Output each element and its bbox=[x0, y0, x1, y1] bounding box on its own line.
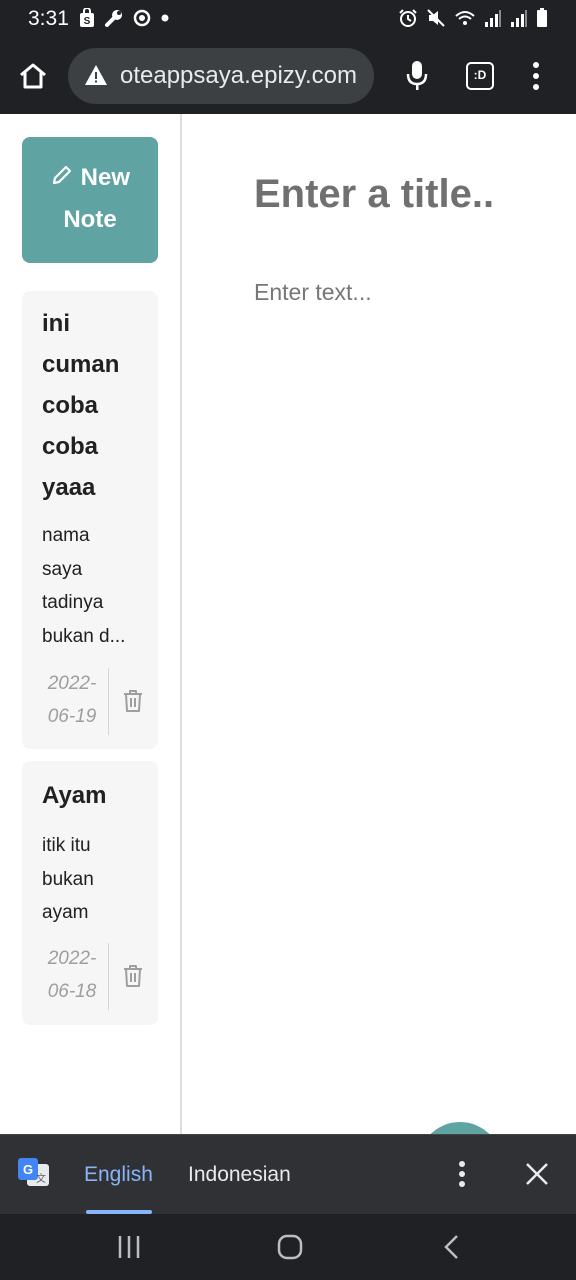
dot-icon bbox=[161, 14, 169, 22]
wrench-icon bbox=[105, 10, 122, 27]
notes-sidebar: New Note ini cuman coba coba yaaa nama s… bbox=[0, 114, 182, 1134]
note-divider bbox=[108, 668, 109, 735]
source-language-tab[interactable]: English bbox=[84, 1163, 153, 1187]
new-note-label: New Note bbox=[63, 164, 131, 233]
shopping-bag-icon: S bbox=[80, 8, 94, 27]
translate-bar: G文 English Indonesian bbox=[0, 1134, 576, 1215]
mute-icon bbox=[427, 9, 445, 27]
note-title: ini cuman coba coba yaaa bbox=[42, 310, 120, 501]
pencil-icon bbox=[52, 165, 72, 185]
signal-icon bbox=[511, 10, 527, 27]
url-text[interactable]: oteappsaya.epizy.com bbox=[120, 62, 357, 90]
browser-toolbar: oteappsaya.epizy.com :D bbox=[0, 38, 576, 114]
battery-icon bbox=[537, 8, 547, 27]
note-divider bbox=[108, 943, 109, 1010]
recent-apps-icon[interactable] bbox=[116, 1234, 142, 1260]
tab-switcher-button[interactable]: :D bbox=[466, 62, 494, 90]
tab-switcher-label: :D bbox=[473, 68, 487, 82]
page-content: New Note ini cuman coba coba yaaa nama s… bbox=[0, 114, 576, 1206]
note-preview: nama saya tadinya bukan d... bbox=[42, 525, 126, 647]
title-input[interactable]: Enter a title.. bbox=[254, 172, 494, 217]
more-menu-icon[interactable] bbox=[528, 60, 544, 92]
system-nav-bar bbox=[0, 1214, 576, 1280]
new-note-button[interactable]: New Note bbox=[22, 137, 158, 263]
note-card[interactable]: ini cuman coba coba yaaa nama saya tadin… bbox=[22, 291, 158, 749]
home-button-icon[interactable] bbox=[277, 1234, 303, 1260]
new-note-content: New Note bbox=[22, 157, 158, 241]
svg-text:文: 文 bbox=[36, 1172, 46, 1185]
back-icon[interactable] bbox=[442, 1234, 462, 1260]
alarm-icon bbox=[399, 9, 417, 27]
note-date: 2022- 06-19 bbox=[47, 673, 97, 727]
svg-text:S: S bbox=[84, 16, 91, 27]
target-language-tab[interactable]: Indonesian bbox=[188, 1163, 291, 1187]
wifi-icon bbox=[455, 11, 475, 25]
status-left-icons: S bbox=[78, 8, 170, 28]
address-bar[interactable]: oteappsaya.epizy.com bbox=[68, 48, 374, 104]
google-translate-icon: G文 bbox=[18, 1158, 49, 1186]
note-card[interactable]: Ayam itik itu bukan ayam 2022- 06-18 bbox=[22, 761, 158, 1025]
microphone-icon[interactable] bbox=[405, 60, 429, 92]
note-date: 2022- 06-18 bbox=[47, 948, 97, 1002]
trash-icon[interactable] bbox=[122, 964, 144, 988]
status-bar: 3:31 S bbox=[0, 0, 576, 38]
close-icon[interactable] bbox=[524, 1161, 550, 1187]
sync-icon bbox=[133, 9, 151, 27]
status-right-icons bbox=[398, 8, 548, 28]
text-input[interactable]: Enter text... bbox=[254, 279, 372, 306]
trash-icon[interactable] bbox=[122, 689, 144, 713]
signal-icon bbox=[485, 10, 501, 27]
warning-icon[interactable] bbox=[84, 64, 108, 86]
svg-text:G: G bbox=[23, 1162, 33, 1177]
more-options-icon[interactable] bbox=[452, 1159, 472, 1189]
note-title: Ayam bbox=[42, 782, 107, 809]
home-icon[interactable] bbox=[18, 62, 48, 90]
note-preview: itik itu bukan ayam bbox=[42, 835, 94, 923]
status-time: 3:31 bbox=[28, 7, 69, 30]
